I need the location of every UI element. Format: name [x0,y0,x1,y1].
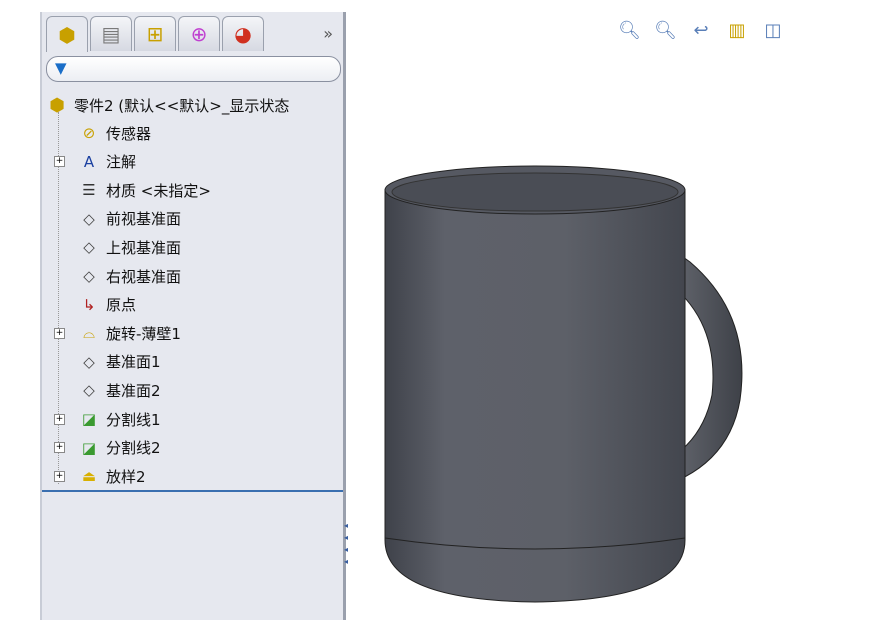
material-icon: ☰ [82,181,96,200]
tree-item-label: 右视基准面 [106,267,182,286]
tree-item-label: 传感器 [106,124,152,143]
zoom-to-area-icon[interactable]: 🔍︎ [654,20,677,41]
split-line-icon: ◪ [81,438,97,457]
tree-item-label: 原点 [106,296,137,315]
view-toolbar: 🔍︎ 🔍︎ ↩ ▥ ◫ [618,20,784,41]
tab-feature-manager[interactable]: ⬢ [46,16,88,52]
tree-root[interactable]: ⬢ 零件2 (默认<<默认>_显示状态 [46,92,289,118]
expand-toggle[interactable]: + [54,413,65,425]
tree-item-label: 基准面2 [106,381,161,400]
panel-tabs: ⬢ ▤ ⊞ ⊕ ◕ » [46,16,343,52]
tree-line [58,112,59,484]
plane-icon: ◇ [83,267,95,285]
annotation-folder-icon: A [83,152,95,171]
tree-item-label: 上视基准面 [106,238,182,257]
expand-toggle[interactable]: + [54,156,65,168]
tree-item-label: 放样2 [106,467,146,486]
plane-icon: ◇ [83,381,95,400]
previous-view-icon[interactable]: ↩ [690,20,712,41]
dimxpert-icon: ⊕ [190,22,208,46]
tree-item-label: 前视基准面 [106,210,182,229]
tree-item[interactable]: ◇ 上视基准面 [78,234,181,260]
loft-icon: ⏏ [81,467,97,486]
configuration-manager-icon: ⊞ [146,22,164,46]
sensor-folder-icon: ⊘ [82,124,96,142]
tree-item-label: 基准面1 [106,353,161,372]
section-view-icon[interactable]: ▥ [726,20,748,41]
tree-item-label: 材质 <未指定> [106,181,211,200]
expand-toggle[interactable]: + [54,327,65,339]
revolve-icon: ⌓ [83,324,95,343]
tree-item[interactable]: + ◪ 分割线2 [54,435,161,461]
plane-icon: ◇ [83,352,95,371]
tab-dimxpert[interactable]: ⊕ [178,16,220,51]
tree-item[interactable]: ◇ 右视基准面 [78,263,181,289]
tab-property-manager[interactable]: ▤ [90,16,132,51]
more-tabs-button[interactable]: » [323,24,333,43]
origin-icon: ↳ [82,295,96,314]
tree-item[interactable]: + A 注解 [54,149,137,175]
panel-separator [42,490,343,492]
tree-item[interactable]: + ⌓ 旋转-薄壁1 [54,320,181,346]
mug-rim [384,165,686,215]
tree-item-label: 分割线1 [106,410,161,429]
property-manager-icon: ▤ [101,22,121,46]
expand-toggle[interactable]: + [54,442,65,454]
view-orientation-icon[interactable]: ◫ [762,20,784,41]
tree-item[interactable]: ☰ 材质 <未指定> [78,177,211,203]
display-manager-icon: ◕ [234,22,252,46]
tree-item[interactable]: ↳ 原点 [78,292,136,318]
plane-icon: ◇ [83,209,95,228]
tree-item[interactable]: ◇ 基准面1 [78,349,161,375]
split-line-icon: ◪ [81,410,97,428]
filter-icon: ▼ [55,59,67,77]
tree-item-label: 分割线2 [106,439,161,458]
feature-manager-icon: ⬢ [58,22,76,47]
feature-manager-panel: ⬢ ▤ ⊞ ⊕ ◕ » ▼ ⬢ 零件2 (默认<<默认>_显示状态 ⊘ 传感器 + A 注… [40,12,346,620]
expand-toggle[interactable]: + [54,470,65,482]
mug-handle [634,243,743,491]
zoom-to-fit-icon[interactable]: 🔍︎ [618,20,641,41]
filter-input[interactable]: ▼ [46,56,341,82]
part-icon: ⬢ [49,94,65,116]
tree-item[interactable]: ◇ 前视基准面 [78,206,181,232]
tree-item-label: 注解 [106,153,137,172]
tree-item[interactable]: + ⏏ 放样2 [54,463,146,489]
tree-item[interactable]: ⊘ 传感器 [78,120,151,146]
tree-item[interactable]: ◇ 基准面2 [78,377,161,403]
tree-item[interactable]: + ◪ 分割线1 [54,406,161,432]
panel-splitter[interactable]: ◂ ◂ ◂ ◂ [344,520,352,570]
tree-item-label: 旋转-薄壁1 [106,324,181,343]
tab-configuration-manager[interactable]: ⊞ [134,16,176,51]
plane-icon: ◇ [83,238,95,257]
mug-body [384,189,686,603]
tree-root-label: 零件2 (默认<<默认>_显示状态 [74,96,290,115]
tab-display-manager[interactable]: ◕ [222,16,264,51]
